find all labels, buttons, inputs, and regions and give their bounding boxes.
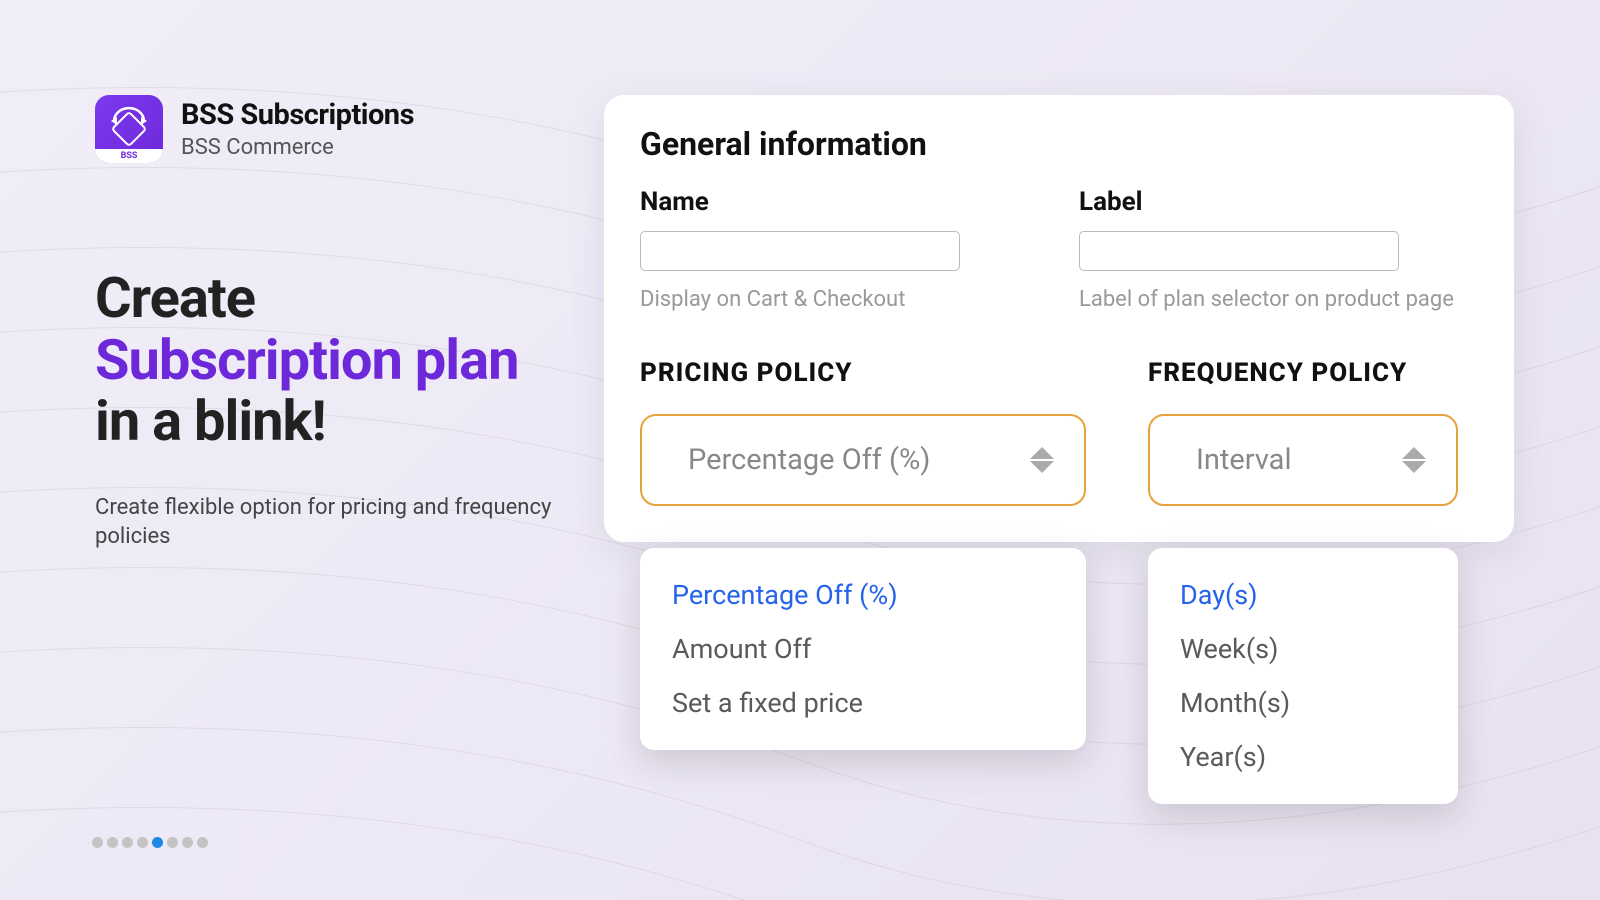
carousel-dot[interactable] bbox=[167, 837, 178, 848]
frequency-dropdown: Day(s) Week(s) Month(s) Year(s) bbox=[1148, 548, 1458, 804]
carousel-dot[interactable] bbox=[122, 837, 133, 848]
stepper-icon bbox=[1030, 447, 1054, 473]
pricing-option[interactable]: Percentage Off (%) bbox=[640, 568, 1086, 622]
frequency-selected-text: Interval bbox=[1196, 443, 1292, 477]
frequency-option[interactable]: Month(s) bbox=[1148, 676, 1458, 730]
label-hint: Label of plan selector on product page bbox=[1079, 287, 1478, 312]
carousel-dot[interactable] bbox=[197, 837, 208, 848]
carousel-dot[interactable] bbox=[152, 837, 163, 848]
carousel-dots bbox=[92, 837, 208, 848]
frequency-option[interactable]: Day(s) bbox=[1148, 568, 1458, 622]
app-subtitle: BSS Commerce bbox=[181, 135, 414, 160]
carousel-dot[interactable] bbox=[137, 837, 148, 848]
frequency-option[interactable]: Year(s) bbox=[1148, 730, 1458, 784]
pricing-option[interactable]: Set a fixed price bbox=[640, 676, 1086, 730]
label-label: Label bbox=[1079, 187, 1478, 217]
card-title: General information bbox=[640, 125, 1478, 163]
frequency-option[interactable]: Week(s) bbox=[1148, 622, 1458, 676]
app-title: BSS Subscriptions bbox=[181, 98, 414, 132]
pricing-select[interactable]: Percentage Off (%) bbox=[640, 414, 1086, 506]
pricing-dropdown: Percentage Off (%) Amount Off Set a fixe… bbox=[640, 548, 1086, 750]
app-icon: BSS bbox=[95, 95, 163, 163]
app-header: BSS BSS Subscriptions BSS Commerce bbox=[95, 95, 555, 163]
frequency-select[interactable]: Interval bbox=[1148, 414, 1458, 506]
hero-subtext: Create flexible option for pricing and f… bbox=[95, 493, 555, 552]
carousel-dot[interactable] bbox=[92, 837, 103, 848]
form-card: General information Name Display on Cart… bbox=[604, 95, 1514, 542]
carousel-dot[interactable] bbox=[107, 837, 118, 848]
pricing-selected-text: Percentage Off (%) bbox=[688, 443, 930, 477]
carousel-dot[interactable] bbox=[182, 837, 193, 848]
stepper-icon bbox=[1402, 447, 1426, 473]
name-hint: Display on Cart & Checkout bbox=[640, 287, 1039, 312]
name-input[interactable] bbox=[640, 231, 960, 271]
frequency-policy-heading: FREQUENCY POLICY bbox=[1148, 358, 1458, 388]
pricing-option[interactable]: Amount Off bbox=[640, 622, 1086, 676]
pricing-policy-heading: PRICING POLICY bbox=[640, 358, 1086, 388]
name-label: Name bbox=[640, 187, 1039, 217]
hero-heading: Create Subscription plan in a blink! bbox=[95, 268, 555, 453]
label-input[interactable] bbox=[1079, 231, 1399, 271]
